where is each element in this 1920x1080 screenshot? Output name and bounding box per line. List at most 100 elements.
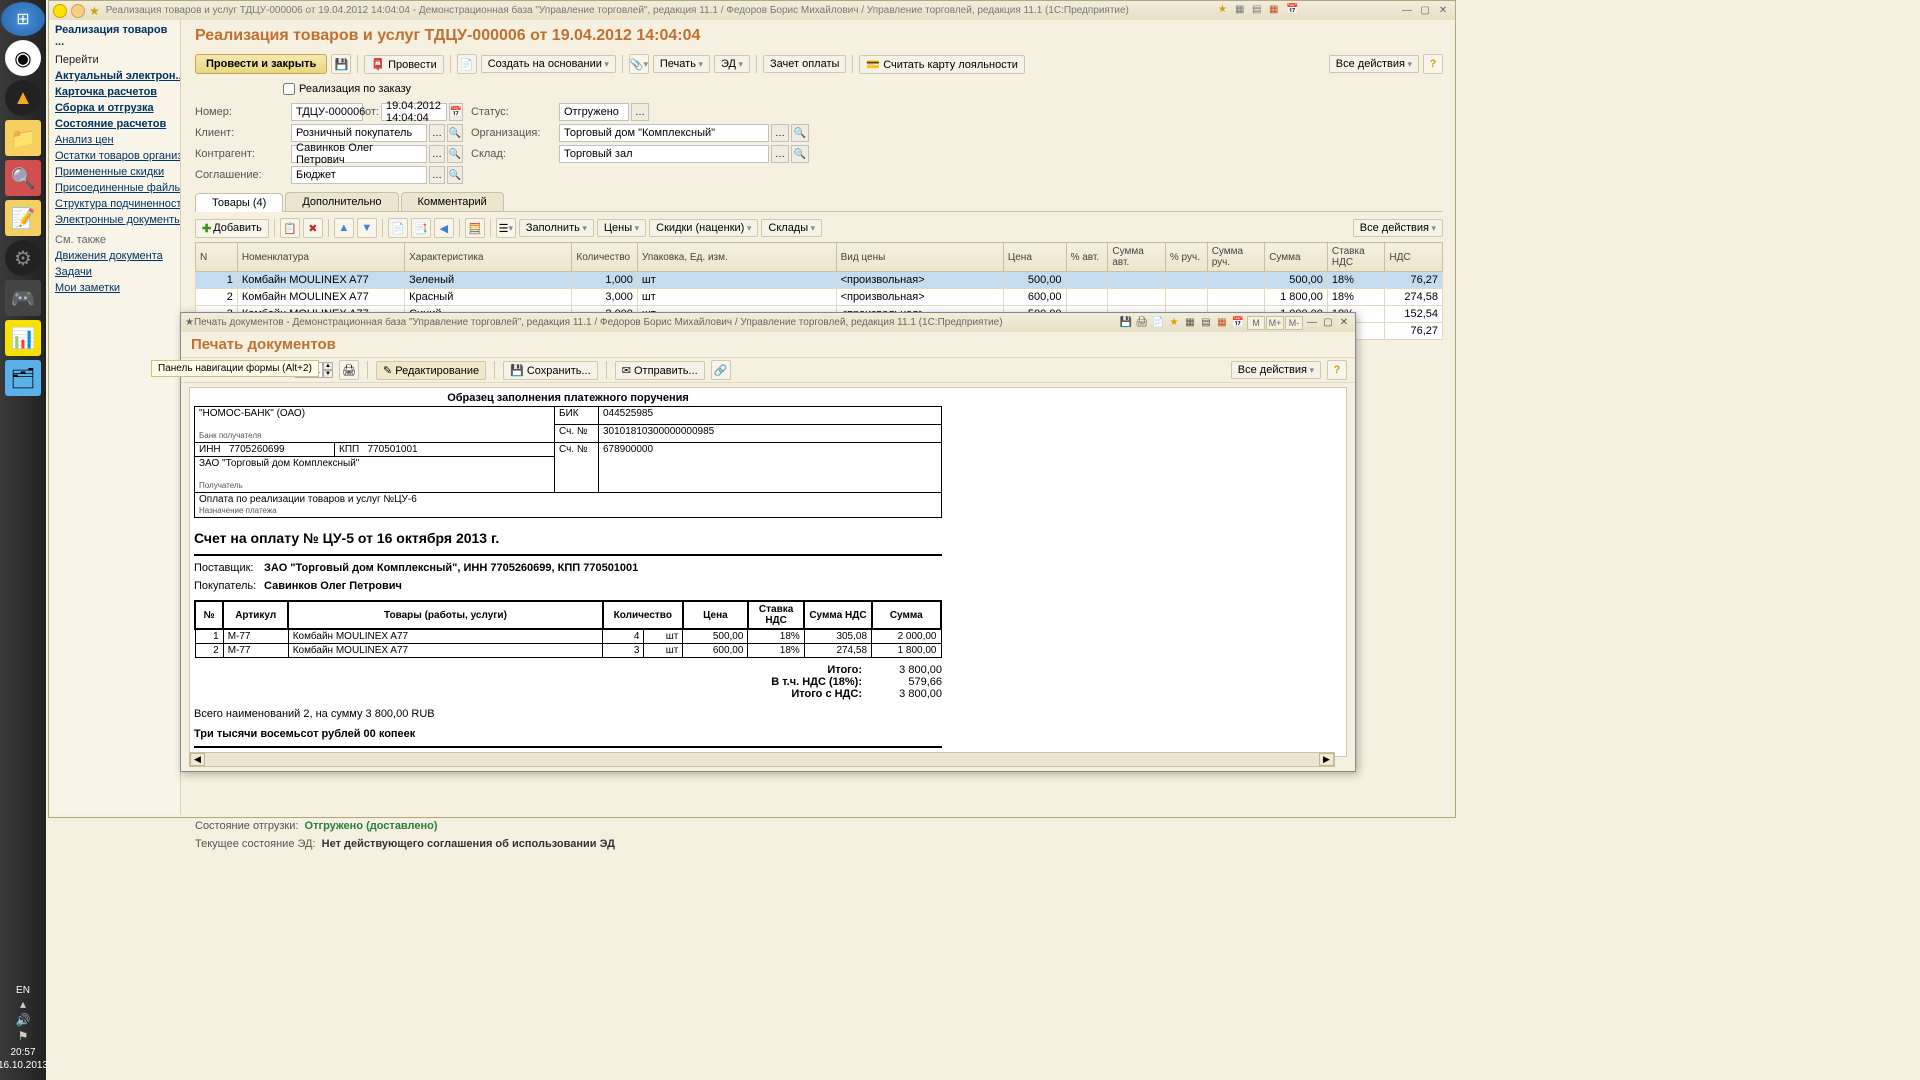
nav-item[interactable]: Задачи bbox=[49, 264, 180, 280]
doc-icon[interactable]: 📄 bbox=[457, 54, 477, 74]
spin-down[interactable]: ▼ bbox=[323, 370, 333, 378]
tab-comment[interactable]: Комментарий bbox=[401, 192, 504, 211]
nav-item[interactable]: Остатки товаров организ... bbox=[49, 148, 180, 164]
app-icon-5[interactable]: 📊 bbox=[5, 320, 41, 356]
all-actions-button[interactable]: Все действия bbox=[1329, 55, 1419, 73]
sklady-button[interactable]: Склады bbox=[761, 219, 822, 237]
nav-item[interactable]: Анализ цен bbox=[49, 132, 180, 148]
ed-button[interactable]: ЭД bbox=[714, 55, 750, 73]
star-icon[interactable]: ★ bbox=[185, 317, 194, 328]
pt-ico-8[interactable]: 📅 bbox=[1231, 316, 1245, 330]
print-min[interactable]: — bbox=[1305, 316, 1319, 330]
lens-icon[interactable]: 🔍 bbox=[447, 124, 463, 142]
app-icon-6[interactable]: 🗂 bbox=[5, 360, 41, 396]
tb-ico-2[interactable]: ▦ bbox=[1235, 4, 1249, 18]
circle-icon[interactable] bbox=[71, 4, 85, 18]
print-max[interactable]: ▢ bbox=[1321, 316, 1335, 330]
notes-icon[interactable]: 📝 bbox=[5, 200, 41, 236]
help-icon[interactable]: ? bbox=[1423, 54, 1443, 74]
app-icon-3[interactable]: ⚙ bbox=[5, 240, 41, 276]
pt-ico-6[interactable]: ▤ bbox=[1199, 316, 1213, 330]
min-button[interactable]: — bbox=[1399, 4, 1415, 18]
kontr-field[interactable]: Савинков Олег Петрович bbox=[291, 145, 427, 163]
tb-ico-3[interactable]: ▤ bbox=[1252, 4, 1266, 18]
print-preview[interactable]: Образец заполнения платежного поручения … bbox=[189, 387, 1347, 757]
lens-icon[interactable]: 🔍 bbox=[447, 166, 463, 184]
org-field[interactable]: Торговый дом "Комплексный" bbox=[559, 124, 769, 142]
ellipsis-icon[interactable]: … bbox=[771, 124, 789, 142]
delete-icon[interactable]: ✖ bbox=[303, 218, 323, 238]
lens-icon[interactable]: 🔍 bbox=[447, 145, 463, 163]
offset-button[interactable]: Зачет оплаты bbox=[763, 55, 846, 73]
fill-button[interactable]: Заполнить bbox=[519, 219, 594, 237]
pt-ico-5[interactable]: ▦ bbox=[1183, 316, 1197, 330]
client-field[interactable]: Розничный покупатель bbox=[291, 124, 427, 142]
clip-icon[interactable]: 📑 bbox=[411, 218, 431, 238]
scroll-left-icon[interactable]: ◀ bbox=[190, 753, 205, 766]
print-all-actions[interactable]: Все действия bbox=[1231, 361, 1321, 379]
ellipsis-icon[interactable]: … bbox=[429, 124, 445, 142]
mem-mplus[interactable]: M+ bbox=[1266, 316, 1284, 330]
nav-item[interactable]: Мои заметки bbox=[49, 280, 180, 296]
table-row[interactable]: 1Комбайн MOULINEX A77Зеленый1,000шт<прои… bbox=[196, 272, 1443, 289]
up-icon[interactable]: ▲ bbox=[334, 218, 354, 238]
discounts-button[interactable]: Скидки (наценки) bbox=[649, 219, 758, 237]
calc-icon[interactable]: 🧮 bbox=[465, 218, 485, 238]
link-icon[interactable]: 🔗 bbox=[711, 360, 731, 380]
ellipsis-icon[interactable]: … bbox=[429, 166, 445, 184]
number-field[interactable]: ТДЦУ-000006 bbox=[291, 103, 363, 121]
clock[interactable]: 20:5716.10.2013 bbox=[0, 1046, 48, 1072]
ellipsis-icon[interactable]: … bbox=[429, 145, 445, 163]
nav-item[interactable]: Актуальный электрон... bbox=[49, 68, 180, 84]
ellipsis-icon[interactable]: … bbox=[631, 103, 649, 121]
copy-icon[interactable]: 📋 bbox=[280, 218, 300, 238]
max-button[interactable]: ▢ bbox=[1417, 4, 1433, 18]
nav-item[interactable]: Карточка расчетов bbox=[49, 84, 180, 100]
spin-up[interactable]: ▲ bbox=[323, 362, 333, 370]
status-field[interactable]: Отгружено bbox=[559, 103, 629, 121]
nav-item[interactable]: Электронные документы bbox=[49, 212, 180, 228]
scroll-right-icon[interactable]: ▶ bbox=[1319, 753, 1334, 766]
tray-flag-icon[interactable]: ⚑ bbox=[8, 1028, 38, 1044]
close-button[interactable]: ✕ bbox=[1435, 4, 1451, 18]
by-order-checkbox[interactable] bbox=[283, 83, 295, 95]
grid-all-actions[interactable]: Все действия bbox=[1353, 219, 1443, 237]
tray-sound-icon[interactable]: 🔊 bbox=[8, 1012, 38, 1028]
pt-ico-2[interactable]: 🖨 bbox=[1135, 316, 1149, 330]
lang-indicator[interactable]: EN bbox=[16, 985, 30, 996]
chrome-icon[interactable]: ◉ bbox=[5, 40, 41, 76]
nav-item[interactable]: Сборка и отгрузка bbox=[49, 100, 180, 116]
list-icon[interactable]: ☰ bbox=[496, 218, 516, 238]
create-base-button[interactable]: Создать на основании bbox=[481, 55, 616, 73]
tb-ico-5[interactable]: 📅 bbox=[1286, 4, 1300, 18]
loyalty-button[interactable]: 💳 Считать карту лояльности bbox=[859, 55, 1024, 74]
prices-button[interactable]: Цены bbox=[597, 219, 646, 237]
star-icon[interactable]: ★ bbox=[89, 4, 100, 18]
nav-item[interactable]: Присоединенные файлы bbox=[49, 180, 180, 196]
date-field[interactable]: 19.04.2012 14:04:04 bbox=[381, 103, 447, 121]
checkbox-by-order[interactable]: Реализация по заказу bbox=[283, 83, 1443, 95]
app-icon-2[interactable]: 🔍 bbox=[5, 160, 41, 196]
tb-ico-4[interactable]: ▦ bbox=[1269, 4, 1283, 18]
table-row[interactable]: 2Комбайн MOULINEX A77Красный3,000шт<прои… bbox=[196, 289, 1443, 306]
save-icon[interactable]: 💾 bbox=[331, 54, 351, 74]
nav-item[interactable]: Примененные скидки bbox=[49, 164, 180, 180]
nav-head[interactable]: Реализация товаров ... bbox=[49, 20, 180, 52]
paste-icon[interactable]: 📄 bbox=[388, 218, 408, 238]
save-button[interactable]: 💾 Сохранить... bbox=[503, 361, 598, 380]
calendar-icon[interactable]: 📅 bbox=[449, 103, 463, 121]
lens-icon[interactable]: 🔍 bbox=[791, 145, 809, 163]
app-icon-4[interactable]: 🎮 bbox=[5, 280, 41, 316]
pt-ico-7[interactable]: ▦ bbox=[1215, 316, 1229, 330]
print-icon[interactable]: 🖨 bbox=[339, 360, 359, 380]
pt-ico-4[interactable]: ★ bbox=[1167, 316, 1181, 330]
import-icon[interactable]: ◀ bbox=[434, 218, 454, 238]
ellipsis-icon[interactable]: … bbox=[771, 145, 789, 163]
post-close-button[interactable]: Провести и закрыть bbox=[195, 54, 327, 74]
h-scrollbar[interactable]: ◀ ▶ bbox=[189, 752, 1335, 767]
add-button[interactable]: ✚Добавить bbox=[195, 219, 269, 238]
mem-m[interactable]: M bbox=[1247, 316, 1265, 330]
post-button[interactable]: 📮 Провести bbox=[364, 55, 443, 74]
help-icon[interactable]: ? bbox=[1327, 360, 1347, 380]
pt-ico-1[interactable]: 💾 bbox=[1119, 316, 1133, 330]
